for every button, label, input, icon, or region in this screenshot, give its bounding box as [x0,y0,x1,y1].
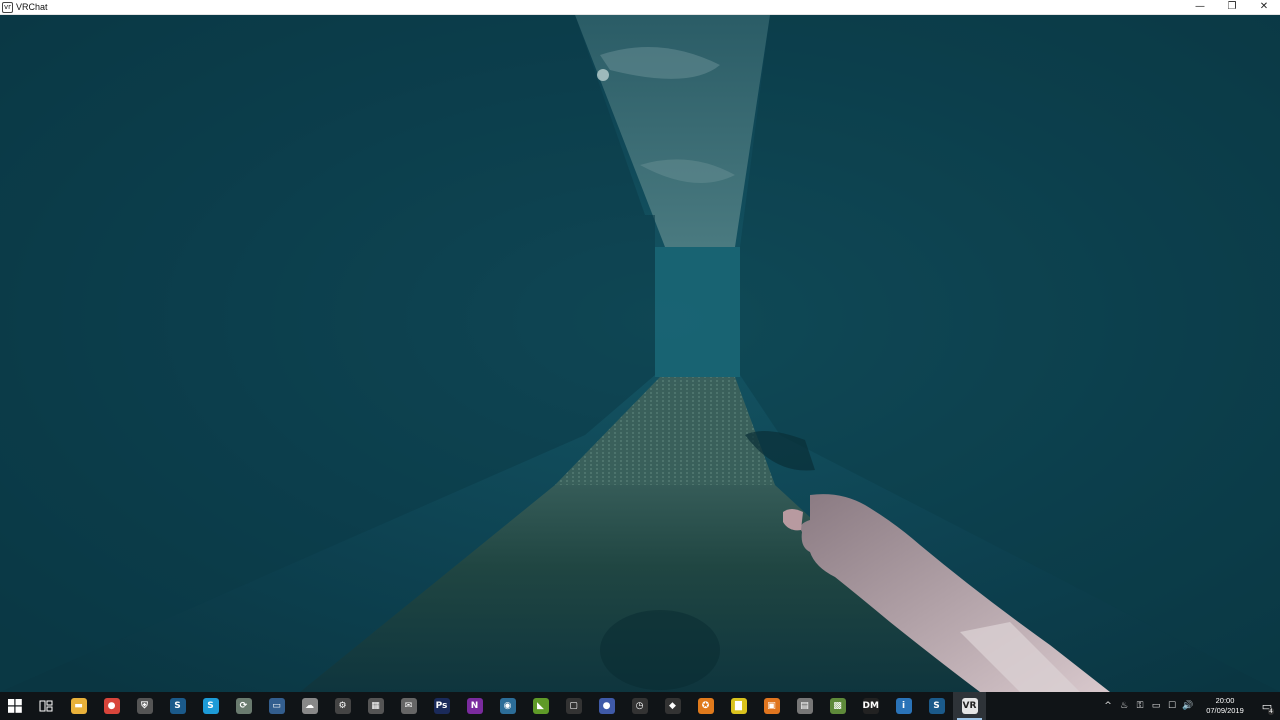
nvidia-icon: ◣ [532,698,549,714]
taskbar-app-minecraft[interactable]: ▩ [821,692,854,720]
skype-icon: S [202,698,219,714]
windows-logo-icon [8,699,22,713]
minecraft-icon: ▩ [829,698,846,714]
taskbar-app-steam-2[interactable]: S [920,692,953,720]
dm-app-icon: DM [862,698,879,714]
taskbar-app-settings-gear[interactable]: ⚙ [326,692,359,720]
window-controls: — ❐ ✕ [1184,0,1280,15]
taskbar-app-file-explorer[interactable]: ▬ [62,692,95,720]
unity-icon: ◆ [664,698,681,714]
taskbar-app-photoshop[interactable]: Ps [425,692,458,720]
app-swirl-icon: ⟳ [235,698,252,714]
taskbar-app-blue-circle-app[interactable]: ◉ [491,692,524,720]
taskbar-app-dm-app[interactable]: DM [854,692,887,720]
windows-taskbar: ▬ ● ⛨ S S ⟳ ▭ ☁ ⚙ ▦ ✉ Ps N ◉ ◣ ▢ ● ◷ ◆ ✪ ▇ ▣ ▤ ▩ DM i S VR ^ ♨ ⚿ ▭ ☐ 🔊 2… [0,692,1280,720]
taskbar-app-info-app[interactable]: i [887,692,920,720]
tray-icon-2[interactable]: ⚿ [1132,692,1148,720]
notification-center-button[interactable]: ▭ 4 [1254,692,1280,720]
clock[interactable]: 20:00 07/09/2019 [1202,696,1248,716]
taskbar-app-monitor-app[interactable]: ▭ [260,692,293,720]
tray-icon-1[interactable]: ♨ [1116,692,1132,720]
orange-app-icon: ▣ [763,698,780,714]
vrchat-app-icon: vr [2,1,13,13]
sticky-notes-icon: ▇ [730,698,747,714]
discord-icon: ● [598,698,615,714]
taskbar-app-unity[interactable]: ◆ [656,692,689,720]
taskbar-app-calculator[interactable]: ▦ [359,692,392,720]
restore-button[interactable]: ❐ [1216,0,1248,15]
cloud-app-icon: ☁ [301,698,318,714]
tray-icon-3[interactable]: ▭ [1148,692,1164,720]
taskbar-app-nvidia[interactable]: ◣ [524,692,557,720]
taskbar-app-sticky-notes[interactable]: ▇ [722,692,755,720]
mail-app-icon: ✉ [400,698,417,714]
monitor-app-icon: ▭ [268,698,285,714]
photoshop-icon: Ps [433,698,450,714]
taskbar-app-vrchat[interactable]: VR [953,692,986,720]
window-title: VRChat [16,2,48,12]
info-app-icon: i [895,698,912,714]
tray-icons: ^ ♨ ⚿ ▭ ☐ 🔊 [1100,692,1196,720]
disk-app-icon: ▤ [796,698,813,714]
player-shadow [600,610,720,690]
steam-icon: S [169,698,186,714]
settings-gear-icon: ⚙ [334,698,351,714]
taskbar-app-blender[interactable]: ✪ [689,692,722,720]
taskbar-app-security-shield[interactable]: ⛨ [128,692,161,720]
taskbar-app-chrome[interactable]: ● [95,692,128,720]
taskbar-app-oculus[interactable]: ▢ [557,692,590,720]
taskbar-app-discord[interactable]: ● [590,692,623,720]
tray-icon-5[interactable]: 🔊 [1180,692,1196,720]
game-viewport[interactable] [0,15,1280,692]
taskbar-app-disk-app[interactable]: ▤ [788,692,821,720]
taskbar-app-app-swirl[interactable]: ⟳ [227,692,260,720]
task-view-icon [39,700,53,712]
taskbar-app-orange-app[interactable]: ▣ [755,692,788,720]
close-button[interactable]: ✕ [1248,0,1280,15]
minimize-button[interactable]: — [1184,0,1216,15]
alarm-clock-icon: ◷ [631,698,648,714]
calculator-icon: ▦ [367,698,384,714]
blue-circle-app-icon: ◉ [499,698,516,714]
start-button[interactable] [0,692,30,720]
taskbar-app-steam[interactable]: S [161,692,194,720]
file-explorer-icon: ▬ [70,698,87,714]
security-shield-icon: ⛨ [136,698,153,714]
game-scene [0,15,1280,692]
taskbar-app-onenote[interactable]: N [458,692,491,720]
notification-count: 4 [1268,708,1274,715]
tray-icon-4[interactable]: ☐ [1164,692,1180,720]
tray-icon-0[interactable]: ^ [1100,692,1116,720]
clock-time: 20:00 [1215,696,1235,705]
system-tray: ^ ♨ ⚿ ▭ ☐ 🔊 20:00 07/09/2019 ▭ 4 [1100,692,1280,720]
oculus-icon: ▢ [565,698,582,714]
taskbar-app-skype[interactable]: S [194,692,227,720]
taskbar-app-cloud-app[interactable]: ☁ [293,692,326,720]
onenote-icon: N [466,698,483,714]
task-view-button[interactable] [30,692,62,720]
blender-icon: ✪ [697,698,714,714]
chrome-icon: ● [103,698,120,714]
taskbar-app-mail-app[interactable]: ✉ [392,692,425,720]
taskbar-app-alarm-clock[interactable]: ◷ [623,692,656,720]
clock-date: 07/09/2019 [1206,706,1244,715]
taskbar-apps: ▬ ● ⛨ S S ⟳ ▭ ☁ ⚙ ▦ ✉ Ps N ◉ ◣ ▢ ● ◷ ◆ ✪ ▇ ▣ ▤ ▩ DM i S VR [62,692,986,720]
corridor-end [655,247,740,377]
vrchat-window: vr VRChat — ❐ ✕ [0,0,1280,692]
title-bar[interactable]: vr VRChat — ❐ ✕ [0,0,1280,15]
steam-icon-2: S [928,698,945,714]
vrchat-icon: VR [961,698,978,714]
moon [597,69,609,81]
